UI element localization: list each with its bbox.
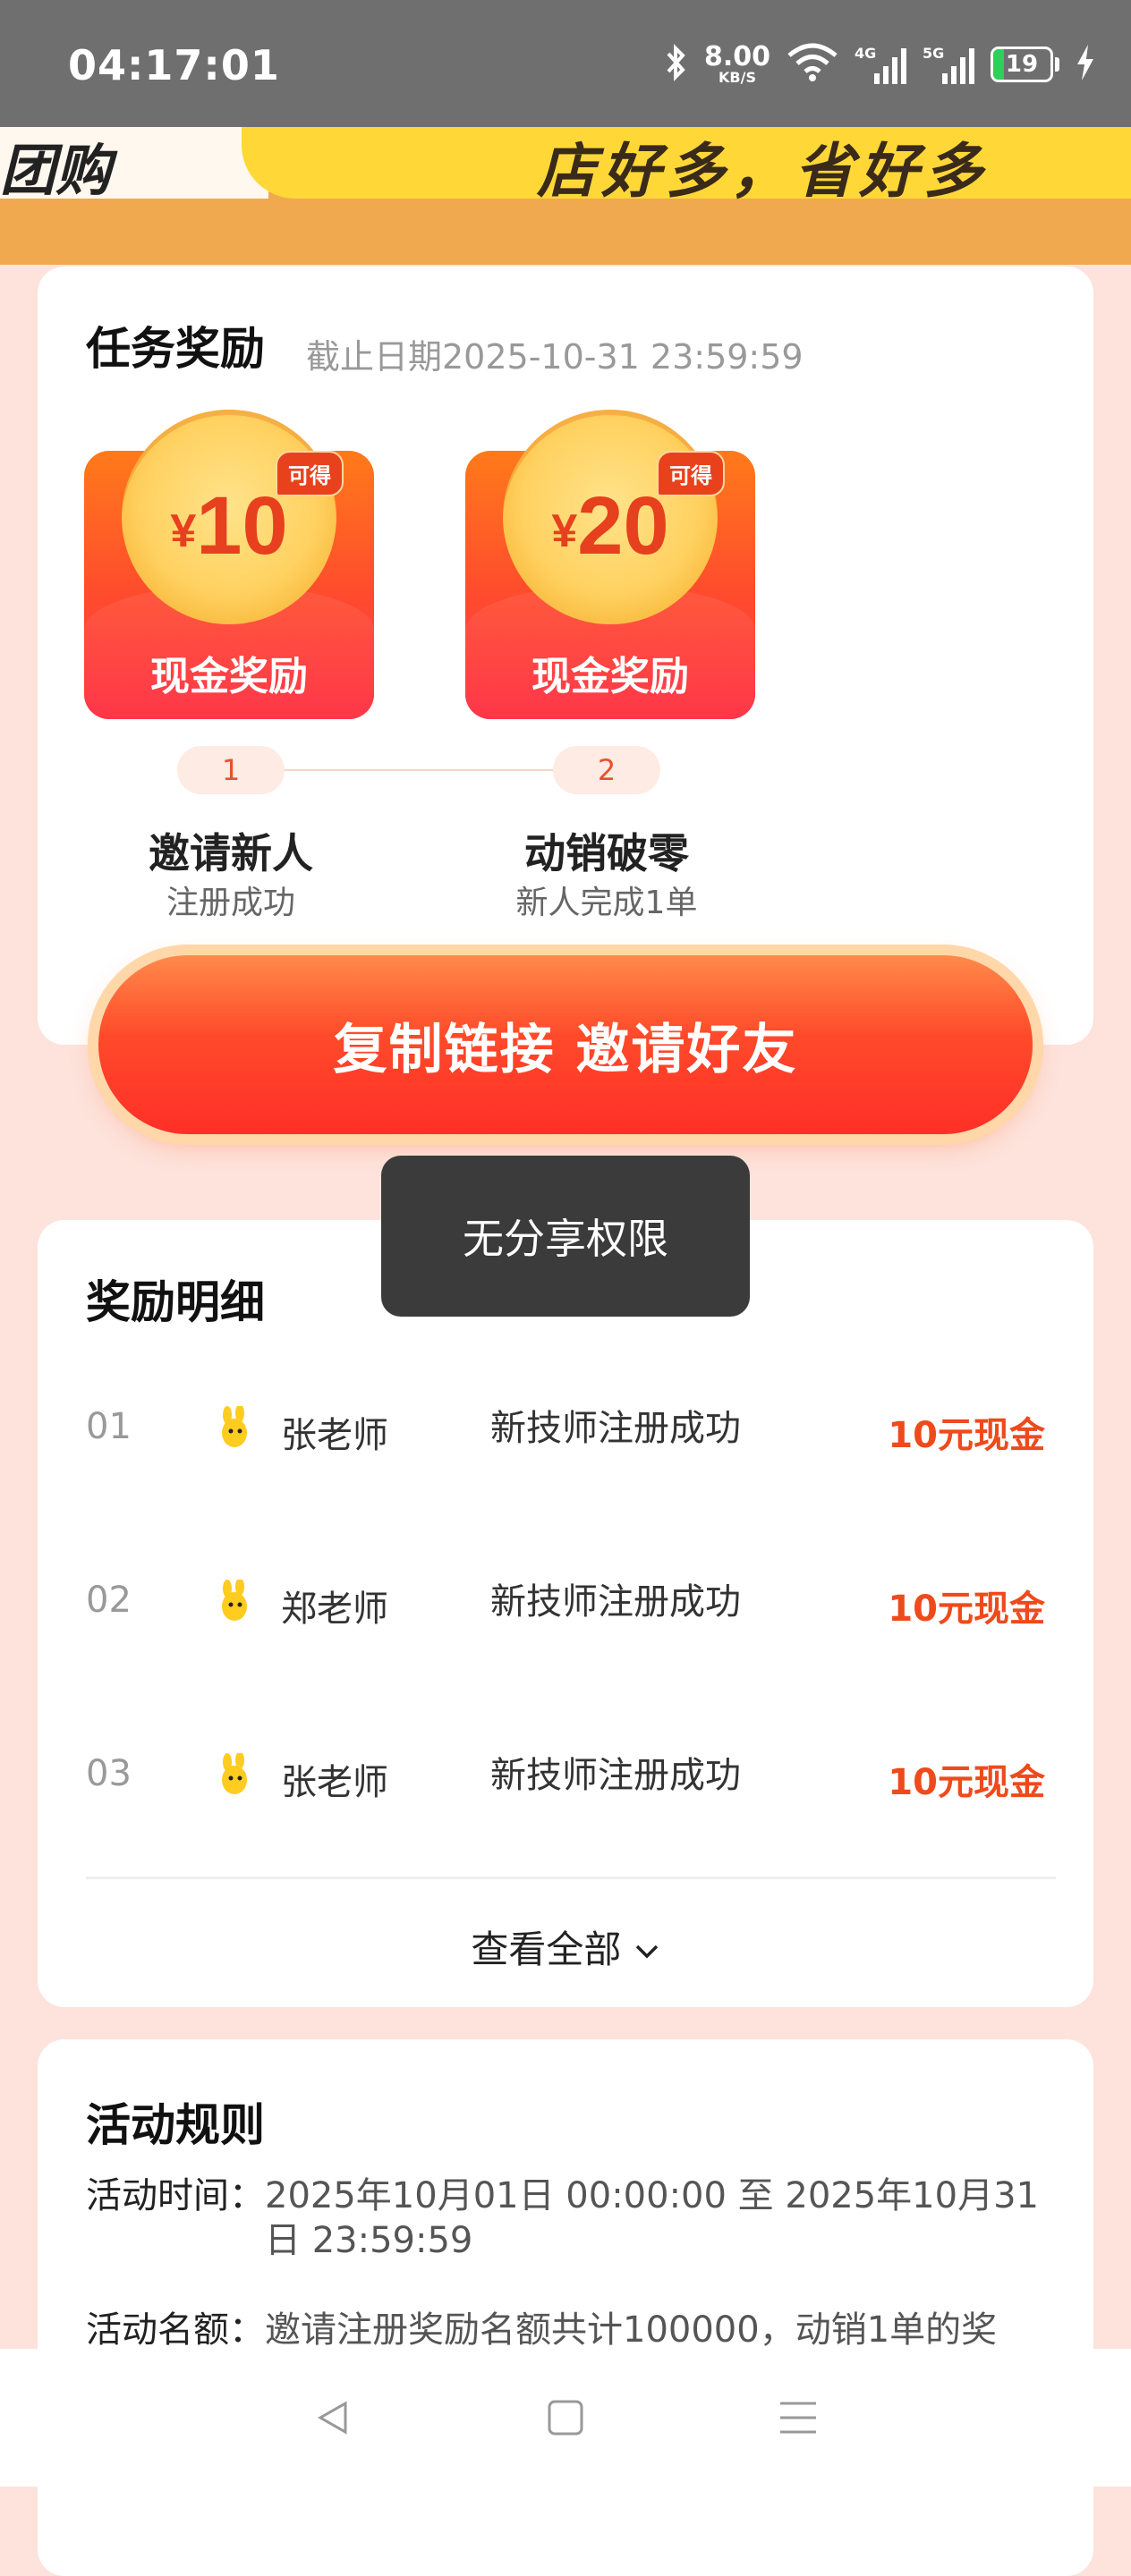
- table-row: 03 张老师 新技师注册成功 10元现金: [86, 1751, 1045, 1803]
- system-nav-bar: [0, 2349, 1131, 2487]
- cta-label: 复制链接 邀请好友: [333, 1018, 798, 1081]
- activity-rules-card: 活动规则 活动时间： 2025年10月01日 00:00:00 至 2025年1…: [38, 2039, 1093, 2576]
- view-all-button[interactable]: 查看全部: [38, 1919, 1093, 1974]
- step-name-2: 动销破零: [524, 829, 689, 877]
- wifi-icon: [787, 43, 838, 86]
- reward-card-1: ¥10 可得 现金奖励: [84, 410, 374, 719]
- net-speed: 8.00 KB/S: [703, 41, 770, 86]
- home-icon[interactable]: [539, 2391, 592, 2445]
- banner-left-text: 团购: [0, 138, 112, 203]
- teacher-name: 郑老师: [281, 1589, 388, 1630]
- promo-banner: 团购 店好多，省好多: [0, 127, 1131, 265]
- reward-action: 新技师注册成功: [490, 1755, 741, 1796]
- reward-amount: 10: [196, 480, 288, 572]
- status-bar: 04:17:01 8.00 KB/S 4G 5G 19: [0, 0, 1131, 127]
- step-number-1: 1: [177, 746, 285, 794]
- back-icon[interactable]: [306, 2391, 360, 2445]
- step-name-1: 邀请新人: [149, 829, 313, 877]
- reward-action: 新技师注册成功: [490, 1581, 741, 1623]
- chevron-down-icon: [634, 1928, 660, 1971]
- rule-item: 活动时间： 2025年10月01日 00:00:00 至 2025年10月31日…: [86, 2174, 1045, 2263]
- coin-icon: ¥10: [122, 410, 336, 624]
- divider: [86, 1877, 1056, 1879]
- reward-details-card: 奖励明细 01 张老师 新技师注册成功 10元现金 02 郑老师 新技师注册成功…: [38, 1220, 1093, 2007]
- available-badge: 可得: [276, 451, 344, 496]
- reward-amount: 10元现金: [888, 1415, 1045, 1456]
- battery-icon: 19: [991, 47, 1059, 82]
- rule-item: 活动名额： 邀请注册奖励名额共计100000，动销1单的奖: [86, 2308, 1045, 2352]
- signal-5g-icon: 5G: [923, 45, 974, 84]
- reward-amount: 20: [577, 480, 669, 572]
- reward-label: 现金奖励: [531, 654, 689, 699]
- teacher-name: 张老师: [281, 1762, 388, 1803]
- signal-4g-icon: 4G: [855, 45, 906, 84]
- view-all-label: 查看全部: [471, 1928, 622, 1971]
- reward-label: 现金奖励: [150, 654, 308, 699]
- menu-icon[interactable]: [771, 2391, 825, 2445]
- table-row: 01 张老师 新技师注册成功 10元现金: [86, 1404, 1045, 1456]
- mascot-avatar-icon: [215, 1751, 251, 1798]
- rules-title: 活动规则: [86, 2099, 265, 2151]
- teacher-name: 张老师: [281, 1415, 388, 1456]
- task-title: 任务奖励: [86, 323, 265, 375]
- rule-value: 2025年10月01日 00:00:00 至 2025年10月31日 23:59…: [265, 2175, 1039, 2261]
- toast-message: 无分享权限: [381, 1156, 750, 1317]
- available-badge: 可得: [657, 451, 725, 496]
- step-number-2: 2: [553, 746, 660, 794]
- mascot-avatar-icon: [215, 1578, 251, 1624]
- reward-action: 新技师注册成功: [490, 1408, 741, 1449]
- task-reward-card: 任务奖励 截止日期2025-10-31 23:59:59 ¥10 可得 现金奖励…: [38, 267, 1093, 1045]
- table-row: 02 郑老师 新技师注册成功 10元现金: [86, 1578, 1045, 1630]
- status-icons: 8.00 KB/S 4G 5G 19: [665, 36, 1095, 93]
- charging-icon: [1076, 43, 1095, 86]
- reward-amount: 10元现金: [888, 1762, 1045, 1803]
- bluetooth-icon: [665, 43, 688, 86]
- reward-amount: 10元现金: [888, 1589, 1045, 1630]
- copy-link-invite-button[interactable]: 复制链接 邀请好友: [98, 955, 1033, 1134]
- banner-slogan: 店好多，省好多: [537, 137, 988, 206]
- coin-icon: ¥20: [503, 410, 718, 624]
- rule-key: 活动时间：: [86, 2175, 265, 2216]
- deadline-text: 截止日期2025-10-31 23:59:59: [306, 337, 804, 377]
- reward-card-2: ¥20 可得 现金奖励: [465, 410, 755, 719]
- details-title: 奖励明细: [86, 1276, 265, 1328]
- step-desc-1: 注册成功: [166, 885, 295, 921]
- step-desc-2: 新人完成1单: [515, 885, 698, 921]
- status-time: 04:17:01: [68, 41, 280, 89]
- mascot-avatar-icon: [215, 1404, 251, 1451]
- rule-value: 邀请注册奖励名额共计100000，动销1单的奖: [265, 2309, 998, 2351]
- rule-key: 活动名额：: [86, 2309, 265, 2351]
